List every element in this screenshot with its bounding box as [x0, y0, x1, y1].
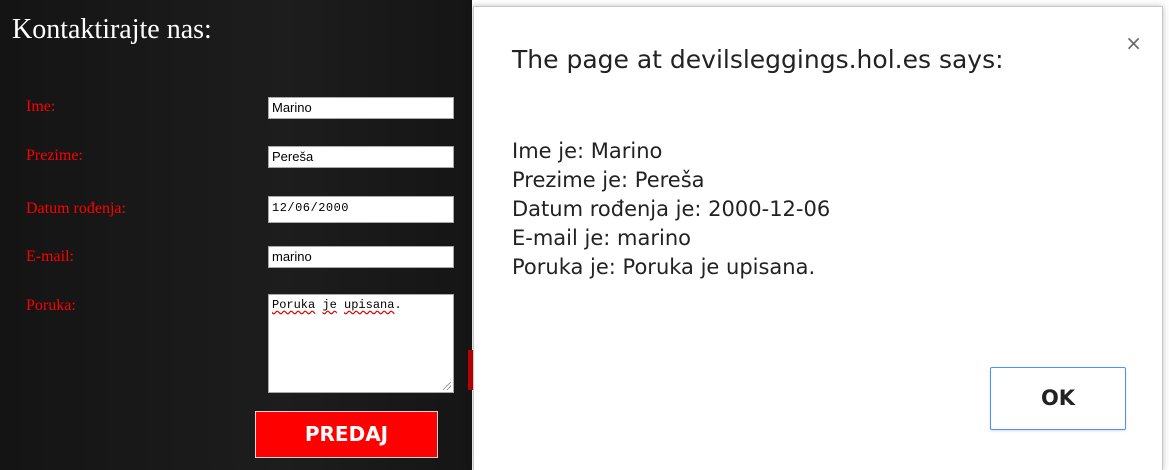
message-textarea[interactable]: Poruka je upisana.: [268, 294, 454, 393]
message-word: upisana: [344, 298, 395, 312]
message-word: Poruka: [272, 298, 316, 312]
dialog-title: The page at devilsleggings.hol.es says:: [512, 45, 1004, 74]
dialog-message-line: Ime je: Marino: [512, 139, 663, 163]
resize-grip-icon[interactable]: [443, 382, 451, 390]
alert-dialog: The page at devilsleggings.hol.es says: …: [473, 6, 1163, 470]
ok-button[interactable]: OK: [990, 367, 1126, 430]
last-name-input[interactable]: Pereša: [268, 146, 454, 168]
dialog-message-line: Poruka je: Poruka je upisana.: [512, 255, 816, 279]
background-edge-decoration: ⋮: [466, 25, 480, 50]
submit-button[interactable]: PREDAJ: [255, 411, 438, 458]
dialog-message-line: Datum rođenja je: 2000-12-06: [512, 197, 831, 221]
first-name-label: Ime:: [26, 98, 56, 115]
page: Kontaktirajte nas: Ime: Marino Prezime: …: [0, 0, 1169, 470]
message-word: je: [322, 298, 337, 312]
form-title: Kontaktirajte nas:: [12, 14, 212, 45]
birth-date-input[interactable]: 12/06/2000: [268, 196, 454, 223]
dialog-message-line: E-mail je: marino: [512, 226, 691, 250]
contact-form: Kontaktirajte nas: Ime: Marino Prezime: …: [0, 0, 472, 470]
close-icon[interactable]: ×: [1125, 33, 1142, 53]
dialog-message-line: Prezime je: Pereša: [512, 168, 705, 192]
first-name-input[interactable]: Marino: [268, 97, 454, 119]
dialog-message: Ime je: Marino Prezime je: Pereša Datum …: [512, 137, 830, 282]
last-name-label: Prezime:: [26, 147, 83, 164]
email-input[interactable]: marino: [268, 246, 454, 268]
message-label: Poruka:: [26, 297, 76, 314]
birth-date-label: Datum rođenja:: [26, 200, 126, 217]
email-label: E-mail:: [26, 248, 74, 265]
message-word: .: [394, 298, 402, 312]
